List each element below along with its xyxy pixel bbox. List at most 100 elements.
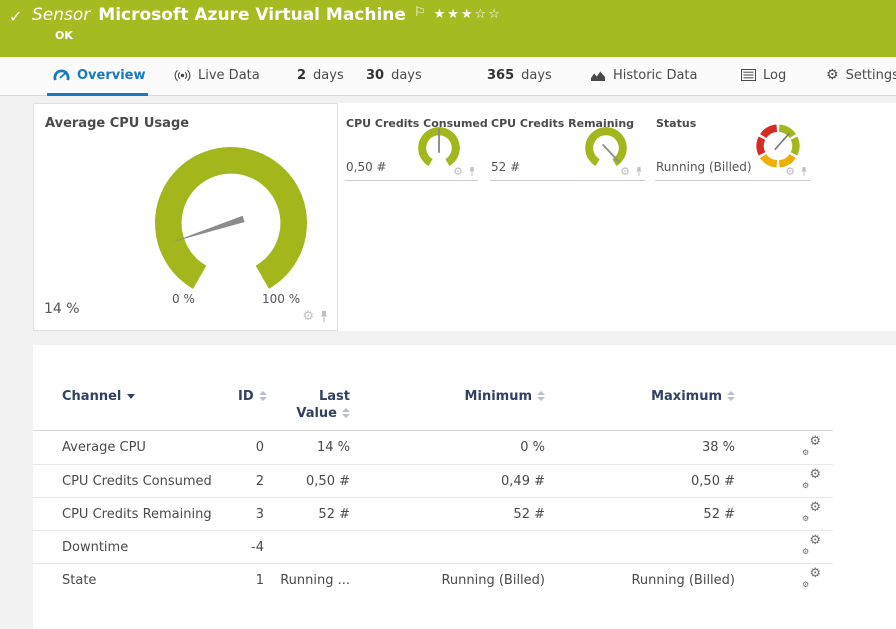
table-row[interactable]: CPU Credits Consumed 2 0,50 # 0,49 # 0,5…: [33, 464, 833, 497]
tab-2-days-number: 2: [297, 68, 306, 83]
tab-log[interactable]: Log: [741, 57, 786, 93]
channel-maximum: 52 #: [545, 507, 735, 522]
flag-icon[interactable]: ⚐: [414, 5, 426, 20]
column-header-minimum[interactable]: Minimum: [350, 389, 545, 404]
tab-overview-label: Overview: [77, 68, 146, 83]
sort-icon[interactable]: [342, 408, 350, 418]
channel-last-value: 0,50 #: [264, 474, 350, 489]
pin-icon[interactable]: [319, 310, 329, 323]
edit-channel-icon[interactable]: ⚙⚙: [803, 503, 821, 521]
tab-settings[interactable]: ⚙ Settings: [826, 57, 896, 93]
channel-id: 0: [238, 440, 264, 455]
edit-channel-icon[interactable]: ⚙⚙: [803, 437, 821, 455]
channel-last-value: Running ...: [264, 573, 350, 588]
channel-minimum: Running (Billed): [350, 573, 545, 588]
average-cpu-gauge: [136, 128, 326, 318]
channel-id: 3: [238, 507, 264, 522]
channel-minimum: 0,49 #: [350, 474, 545, 489]
tab-365-days[interactable]: 365 days: [487, 57, 552, 93]
gauge-panel-average-cpu-usage: Average CPU Usage 0 % 100 % 14 % ⚙: [33, 103, 338, 331]
table-row[interactable]: Downtime -4 ⚙⚙: [33, 530, 833, 563]
table-row[interactable]: CPU Credits Remaining 3 52 # 52 # 52 # ⚙…: [33, 497, 833, 530]
channel-table: Channel ID LastValue Minimum Maximum Ave…: [33, 375, 833, 596]
channel-name: Average CPU: [33, 440, 238, 455]
table-header-row: Channel ID LastValue Minimum Maximum: [33, 375, 833, 431]
column-header-id[interactable]: ID: [238, 389, 264, 404]
pin-icon[interactable]: [800, 166, 808, 177]
pin-icon[interactable]: [635, 166, 643, 177]
edit-channel-icon[interactable]: ⚙⚙: [803, 569, 821, 587]
tab-30-days-number: 30: [366, 68, 384, 83]
tab-30-days[interactable]: 30 days: [366, 57, 422, 93]
channel-id: 2: [238, 474, 264, 489]
pin-icon[interactable]: [468, 166, 476, 177]
panel-gear-icon[interactable]: ⚙: [785, 166, 795, 177]
channel-id: 1: [238, 573, 264, 588]
channel-minimum: 0 %: [350, 440, 545, 455]
prtg-sensor-page: ✓ Sensor Microsoft Azure Virtual Machine…: [0, 0, 896, 629]
sort-desc-icon: [127, 394, 135, 399]
channel-id: -4: [238, 540, 264, 555]
channel-table-section: Channel ID LastValue Minimum Maximum Ave…: [33, 345, 896, 629]
gauge-icon: [53, 68, 70, 82]
settings-gear-icon: ⚙: [826, 67, 839, 83]
tab-live-data-label: Live Data: [198, 68, 260, 83]
tab-historic-data[interactable]: Historic Data: [590, 57, 698, 93]
sensor-tabbar: Overview Live Data 2 days 30 days 365 da…: [0, 57, 896, 96]
tab-2-days[interactable]: 2 days: [297, 57, 344, 93]
live-data-icon: [174, 69, 191, 82]
sort-icon[interactable]: [537, 391, 545, 401]
status-gauge: [752, 120, 804, 172]
channel-maximum: 38 %: [545, 440, 735, 455]
column-header-maximum[interactable]: Maximum: [545, 389, 735, 404]
tab-365-days-unit: days: [521, 68, 552, 83]
tab-2-days-unit: days: [313, 68, 344, 83]
table-row[interactable]: Average CPU 0 14 % 0 % 38 % ⚙⚙: [33, 431, 833, 464]
gauge-scale-min: 0 %: [172, 292, 195, 306]
channel-minimum: 52 #: [350, 507, 545, 522]
sort-icon[interactable]: [727, 391, 735, 401]
gauge-panel-cpu-credits-consumed: CPU Credits Consumed 0,50 # ⚙: [345, 111, 478, 181]
column-header-last-value[interactable]: LastValue: [264, 389, 350, 421]
table-row[interactable]: State 1 Running ... Running (Billed) Run…: [33, 563, 833, 596]
status-ok-check-icon: ✓: [9, 7, 22, 26]
average-cpu-value: 14 %: [44, 301, 80, 317]
gauge-scale-max: 100 %: [262, 292, 300, 306]
gauge-needle: [775, 133, 790, 149]
tab-30-days-unit: days: [391, 68, 422, 83]
edit-channel-icon[interactable]: ⚙⚙: [803, 470, 821, 488]
cpu-credits-remaining-value: 52 #: [491, 160, 520, 174]
active-tab-underline: [47, 93, 148, 96]
panel-gear-icon[interactable]: ⚙: [620, 166, 630, 177]
tab-log-label: Log: [763, 68, 786, 83]
log-icon: [741, 69, 756, 81]
channel-name: Downtime: [33, 540, 238, 555]
panel-title: Status: [656, 117, 696, 130]
sensor-status-text: OK: [55, 29, 73, 42]
sensor-title: Microsoft Azure Virtual Machine: [98, 5, 406, 25]
channel-maximum: Running (Billed): [545, 573, 735, 588]
channel-name: CPU Credits Consumed: [33, 474, 238, 489]
sensor-type-label: Sensor: [32, 5, 90, 25]
tab-settings-label: Settings: [846, 68, 896, 83]
status-value: Running (Billed): [656, 160, 752, 174]
channel-name: CPU Credits Remaining: [33, 507, 238, 522]
edit-channel-icon[interactable]: ⚙⚙: [803, 536, 821, 554]
priority-stars[interactable]: ★★★☆☆: [434, 7, 502, 22]
tab-365-days-number: 365: [487, 68, 514, 83]
column-header-channel[interactable]: Channel: [33, 389, 238, 404]
channel-last-value: 14 %: [264, 440, 350, 455]
channel-last-value: 52 #: [264, 507, 350, 522]
tab-overview[interactable]: Overview: [53, 57, 146, 93]
panel-gear-icon[interactable]: ⚙: [453, 166, 463, 177]
cpu-credits-consumed-value: 0,50 #: [346, 160, 387, 174]
sort-icon[interactable]: [259, 391, 267, 401]
gauge-needle: [603, 144, 619, 162]
overview-gauges-section: Average CPU Usage 0 % 100 % 14 % ⚙ CPU C…: [33, 103, 896, 331]
tab-historic-data-label: Historic Data: [613, 68, 698, 83]
gauge-needle: [171, 216, 244, 243]
panel-gear-icon[interactable]: ⚙: [302, 310, 314, 323]
gauge-panel-status: Status Running (Billed) ⚙: [655, 111, 810, 181]
channel-name: State: [33, 573, 238, 588]
tab-live-data[interactable]: Live Data: [174, 57, 260, 93]
